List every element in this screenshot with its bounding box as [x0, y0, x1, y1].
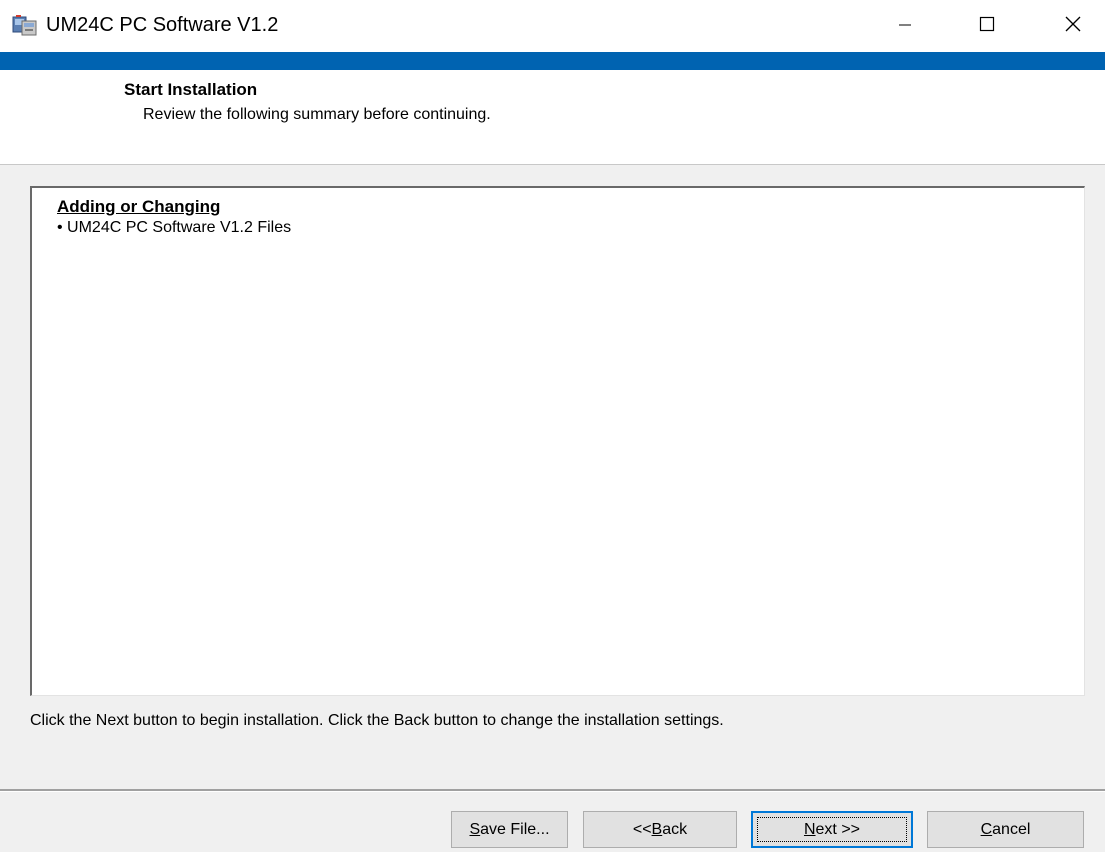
installer-app-icon [12, 13, 38, 37]
cancel-button[interactable]: Cancel [927, 811, 1084, 848]
accent-band [0, 52, 1105, 70]
back-button-label: ack [662, 820, 688, 838]
minimize-icon [897, 16, 913, 37]
close-button[interactable] [1042, 0, 1104, 52]
cancel-button-accel: C [980, 820, 993, 838]
header-divider [0, 164, 1105, 165]
page-header: Start Installation Review the following … [0, 70, 1105, 165]
back-button-accel: B [651, 820, 663, 838]
instruction-text: Click the Next button to begin installat… [30, 712, 724, 729]
summary-textbox[interactable]: Adding or Changing • UM24C PC Software V… [30, 186, 1085, 696]
focus-ring [757, 817, 907, 842]
window-title: UM24C PC Software V1.2 [46, 14, 279, 36]
maximize-icon [978, 15, 996, 38]
save-file-button-accel: S [469, 820, 481, 838]
save-file-button-label: ave File... [480, 820, 550, 838]
minimize-button[interactable] [874, 0, 936, 52]
summary-heading: Adding or Changing [57, 197, 221, 216]
summary-item: • UM24C PC Software V1.2 Files [57, 219, 292, 236]
cancel-button-label: ancel [992, 820, 1031, 838]
back-button[interactable]: << Back [583, 811, 737, 848]
save-file-button[interactable]: Save File... [451, 811, 568, 848]
installer-window: UM24C PC Software V1.2 Start Installatio… [0, 0, 1105, 852]
close-icon [1064, 15, 1082, 38]
footer-separator [0, 789, 1105, 792]
page-title: Start Installation [124, 80, 258, 99]
page-subtitle: Review the following summary before cont… [143, 106, 491, 123]
title-bar[interactable]: UM24C PC Software V1.2 [0, 0, 1105, 52]
next-button[interactable]: Next >> [751, 811, 913, 848]
back-button-prefix: << [632, 820, 652, 838]
maximize-button[interactable] [956, 0, 1018, 52]
